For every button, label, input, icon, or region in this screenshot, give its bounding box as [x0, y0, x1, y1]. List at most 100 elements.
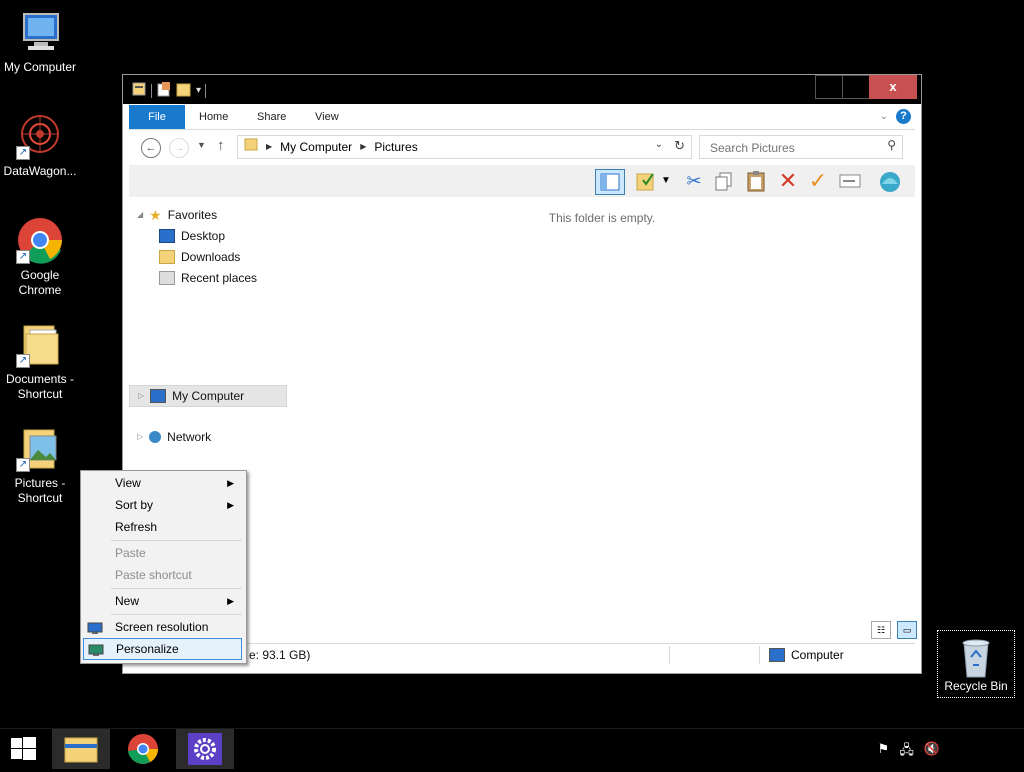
menu-item-new[interactable]: New ▶: [83, 590, 242, 612]
close-button[interactable]: x: [869, 75, 917, 99]
expand-icon[interactable]: ◢: [137, 205, 143, 225]
minimize-button[interactable]: [815, 75, 843, 99]
search-icon[interactable]: ⚲: [887, 138, 896, 152]
menu-item-refresh[interactable]: Refresh: [83, 516, 242, 538]
breadcrumb-separator-icon[interactable]: ▶: [266, 136, 272, 158]
menu-item-label: Screen resolution: [115, 620, 209, 634]
menu-item-label: Refresh: [115, 520, 158, 534]
tab-file[interactable]: File: [129, 105, 185, 129]
address-dropdown-icon[interactable]: ⌄: [655, 139, 663, 150]
copy-icon[interactable]: [711, 169, 737, 193]
action-center-flag-icon[interactable]: ⚑: [878, 741, 890, 763]
expand-ribbon-icon[interactable]: ⌄: [880, 111, 888, 122]
menu-item-screen-resolution[interactable]: Screen resolution: [83, 616, 242, 638]
taskbar-settings[interactable]: [176, 729, 234, 769]
taskbar-file-explorer[interactable]: [52, 729, 110, 769]
desktop-icon-chrome[interactable]: ↗ Google Chrome: [0, 216, 80, 298]
network-icon: [149, 431, 162, 443]
rename-icon[interactable]: [837, 169, 863, 193]
forward-button[interactable]: →: [169, 138, 189, 158]
desktop-icon-recycle-bin[interactable]: Recycle Bin: [937, 630, 1015, 698]
file-list-pane[interactable]: This folder is empty.: [289, 199, 915, 639]
nav-recent-places[interactable]: Recent places: [159, 268, 257, 288]
recycle-bin-icon: [956, 635, 996, 679]
menu-item-personalize[interactable]: Personalize: [83, 638, 242, 660]
taskbar-chrome[interactable]: [114, 729, 172, 769]
chevron-down-icon[interactable]: ▾: [196, 85, 201, 96]
menu-item-label: Sort by: [115, 498, 154, 512]
shell-icon[interactable]: [877, 169, 903, 193]
status-location: Computer: [769, 648, 844, 662]
datawagon-icon: ↗: [16, 112, 64, 160]
computer-icon: [769, 648, 785, 662]
menu-item-label: New: [115, 594, 140, 608]
submenu-arrow-icon: ▶: [227, 596, 234, 606]
nav-label: Downloads: [181, 250, 241, 264]
nav-favorites[interactable]: ◢ ★ Favorites: [137, 205, 217, 225]
checkmark-icon[interactable]: ✓: [805, 169, 831, 193]
desktop-icon-pictures-shortcut[interactable]: ↗ Pictures - Shortcut: [0, 424, 80, 506]
divider: [759, 646, 760, 664]
desktop-icon-documents-shortcut[interactable]: ↗ Documents - Shortcut: [0, 320, 80, 402]
folder-icon: ↗: [16, 320, 64, 368]
shortcut-arrow-icon: ↗: [16, 354, 30, 368]
nav-my-computer[interactable]: ▷ My Computer: [129, 385, 287, 407]
cut-icon[interactable]: ✂: [681, 169, 707, 193]
submenu-arrow-icon: ▶: [227, 500, 234, 510]
network-tray-icon[interactable]: 🖧: [899, 741, 914, 763]
nav-label: Desktop: [181, 229, 226, 243]
expand-icon[interactable]: ▷: [138, 386, 144, 406]
desktop-icon-label: DataWagon...: [3, 164, 77, 178]
desktop-icon-datawagon[interactable]: ↗ DataWagon...: [0, 112, 80, 179]
breadcrumb-separator-icon[interactable]: ▶: [360, 136, 366, 158]
empty-folder-message: This folder is empty.: [548, 211, 656, 225]
menu-separator: [111, 614, 242, 615]
desktop-icon-label: Recycle Bin: [944, 679, 1008, 693]
volume-muted-icon[interactable]: 🔇: [924, 741, 940, 763]
computer-icon: [150, 389, 167, 403]
help-icon[interactable]: ?: [896, 109, 911, 124]
tab-view[interactable]: View: [301, 105, 353, 129]
maximize-button[interactable]: [842, 75, 870, 99]
pictures-folder-icon: ↗: [16, 424, 64, 472]
shortcut-arrow-icon: ↗: [16, 146, 30, 160]
expand-icon[interactable]: ▷: [137, 427, 143, 447]
nav-downloads[interactable]: Downloads: [159, 247, 240, 267]
desktop-icon-my-computer[interactable]: My Computer: [0, 8, 80, 75]
paste-icon[interactable]: [743, 169, 769, 193]
nav-desktop[interactable]: Desktop: [159, 226, 225, 246]
tab-home[interactable]: Home: [185, 105, 242, 129]
chevron-down-icon[interactable]: ▼: [659, 169, 673, 193]
address-bar[interactable]: ▶ My Computer ▶ Pictures ⌄ ↻: [237, 135, 692, 159]
delete-icon[interactable]: ✕: [775, 169, 801, 193]
up-arrow-icon[interactable]: ↑: [217, 137, 225, 154]
refresh-icon[interactable]: ↻: [674, 138, 685, 154]
chrome-icon: ↗: [16, 216, 64, 264]
menu-item-sort-by[interactable]: Sort by ▶: [83, 494, 242, 516]
properties-icon[interactable]: [131, 81, 147, 100]
large-icons-view-button[interactable]: ▭: [897, 621, 917, 639]
nav-network[interactable]: ▷ Network: [137, 427, 211, 447]
start-button[interactable]: [0, 729, 58, 769]
search-box[interactable]: ⚲: [699, 135, 903, 159]
shortcut-arrow-icon: ↗: [16, 458, 30, 472]
submenu-arrow-icon: ▶: [227, 478, 234, 488]
search-input[interactable]: [708, 139, 882, 157]
title-bar[interactable]: ▾ x: [123, 75, 921, 104]
desktop-icon-label: Documents - Shortcut: [5, 372, 75, 401]
back-button[interactable]: ←: [141, 138, 161, 158]
details-view-button[interactable]: ☷: [871, 621, 891, 639]
menu-item-label: Paste shortcut: [115, 568, 192, 582]
recent-locations-icon[interactable]: ▼: [197, 140, 206, 150]
menu-item-view[interactable]: View ▶: [83, 472, 242, 494]
view-switcher: ☷ ▭: [871, 621, 917, 639]
breadcrumb-pictures[interactable]: Pictures: [374, 136, 417, 158]
folder-check-icon[interactable]: [633, 169, 659, 193]
file-explorer-icon: [64, 737, 98, 763]
preview-pane-icon[interactable]: [595, 169, 625, 195]
nav-label: Favorites: [167, 208, 218, 222]
breadcrumb-my-computer[interactable]: My Computer: [280, 136, 352, 158]
tab-share[interactable]: Share: [243, 105, 300, 129]
folder-icon[interactable]: [176, 81, 192, 100]
new-folder-icon[interactable]: [156, 81, 172, 100]
